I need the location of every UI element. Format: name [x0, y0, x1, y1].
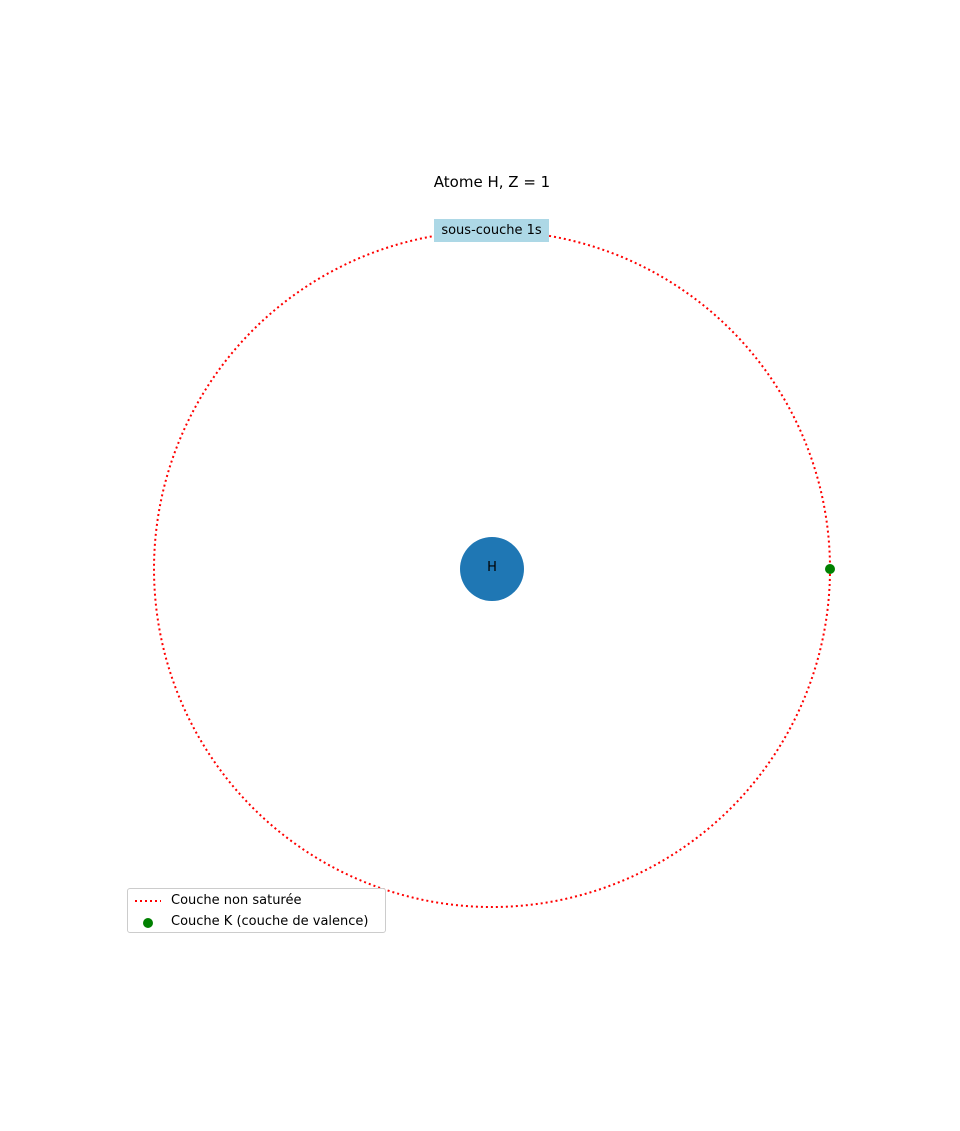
legend: Couche non saturée Couche K (couche de v… — [127, 888, 386, 933]
legend-item-valence-shell: Couche K (couche de valence) — [128, 912, 385, 932]
legend-label-unsaturated-shell: Couche non saturée — [171, 893, 302, 908]
nucleus-symbol: H — [487, 560, 497, 575]
subshell-label: sous-couche 1s — [441, 223, 542, 238]
legend-item-unsaturated-shell: Couche non saturée — [128, 891, 385, 911]
legend-label-valence-shell: Couche K (couche de valence) — [171, 914, 369, 929]
dotted-line-icon — [135, 900, 161, 902]
electron-1 — [825, 564, 835, 574]
diagram-title: Atome H, Z = 1 — [433, 173, 551, 191]
green-dot-icon — [143, 918, 153, 928]
electrons-group — [825, 564, 835, 574]
atom-figure: Atome H, Z = 1 sous-couche 1s H Couche n… — [0, 0, 960, 1127]
